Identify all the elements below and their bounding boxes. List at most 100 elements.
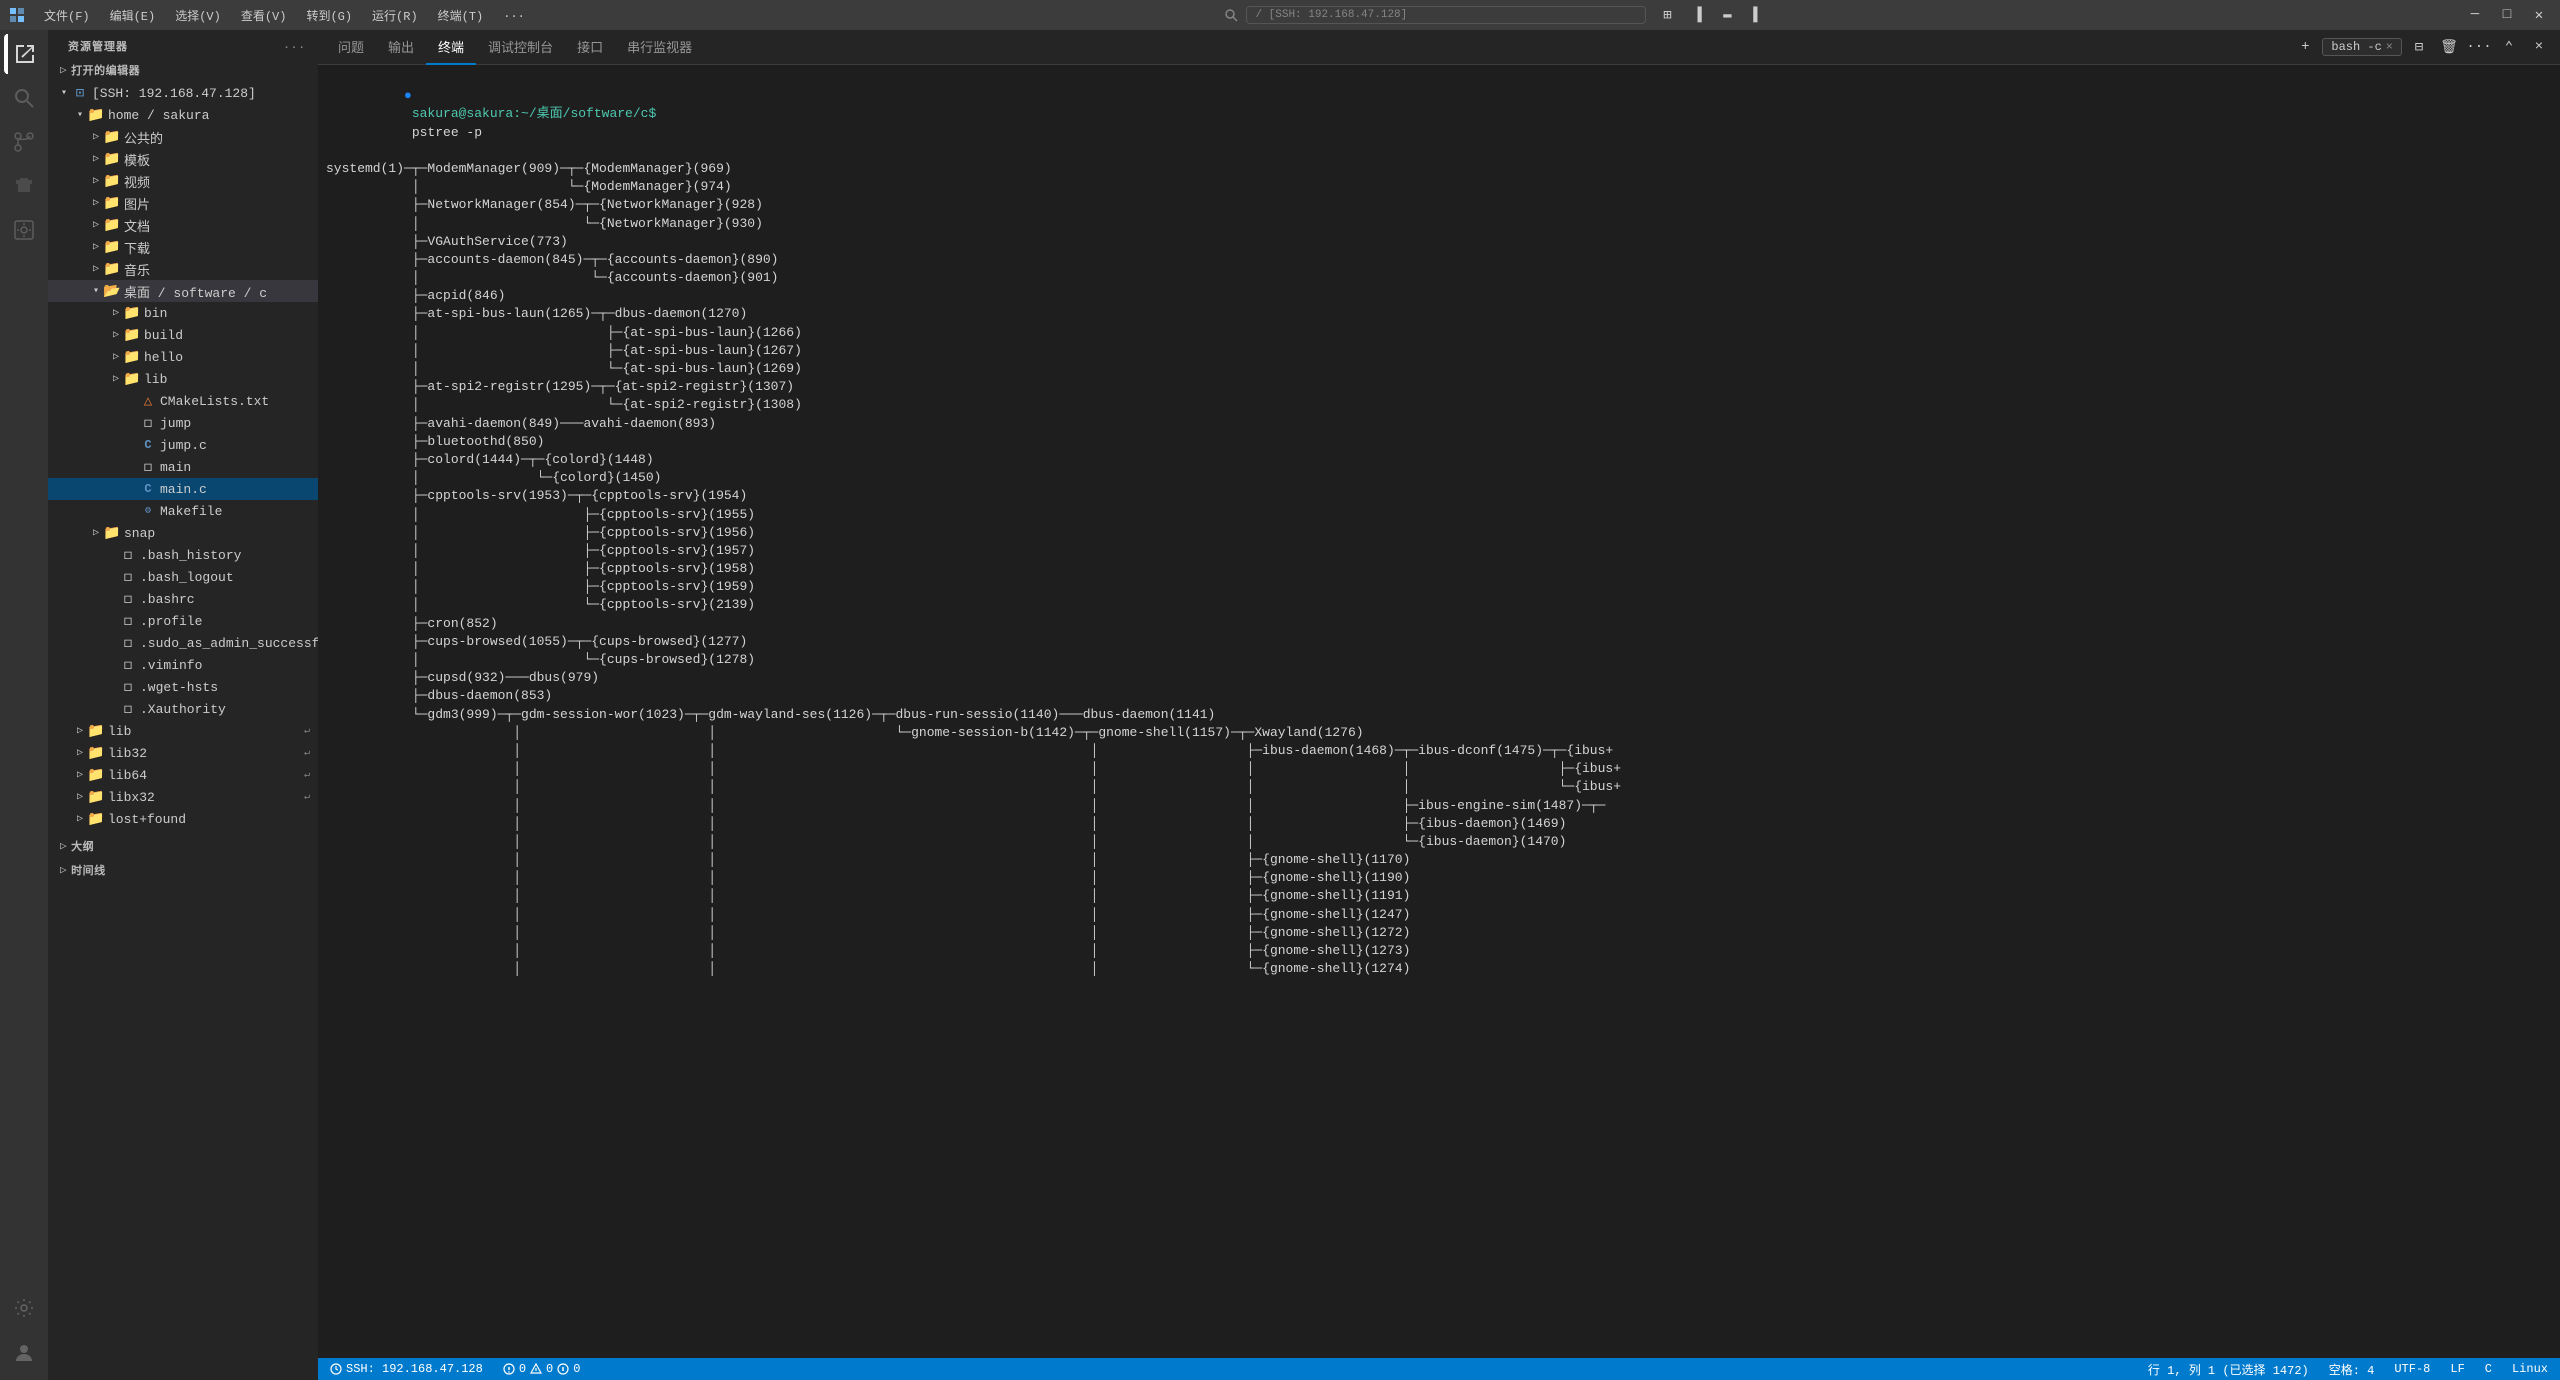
- status-spaces[interactable]: 空格: 4: [2325, 1358, 2379, 1380]
- term-out-44: │ │ │ └─{gnome-shell}(1274): [326, 960, 2552, 978]
- activity-remote[interactable]: [4, 210, 44, 250]
- terminal-close-icon[interactable]: ×: [2386, 40, 2393, 54]
- status-cursor[interactable]: 行 1, 列 1 (已选择 1472): [2144, 1358, 2313, 1380]
- tree-main[interactable]: ▷ ◻ main: [48, 456, 318, 478]
- tree-main-c[interactable]: ▷ C main.c: [48, 478, 318, 500]
- tree-snap[interactable]: ▷ 📁 snap: [48, 522, 318, 544]
- menu-edit[interactable]: 编辑(E): [102, 5, 164, 26]
- activity-user[interactable]: [4, 1332, 44, 1372]
- tree-jump[interactable]: ▷ ◻ jump: [48, 412, 318, 434]
- status-errors[interactable]: 0 0 0: [499, 1358, 585, 1380]
- tree-lost-found[interactable]: ▷ 📁 lost+found: [48, 808, 318, 830]
- term-out-32: │ │ │ ├─ibus-daemon(1468)─┬─ibus-dconf(1…: [326, 742, 2552, 760]
- sidebar-more-icon[interactable]: ...: [283, 40, 306, 52]
- tree-sudo[interactable]: ▷ ◻ .sudo_as_admin_successful: [48, 632, 318, 654]
- menu-more[interactable]: ...: [495, 5, 533, 26]
- panel-tab-output[interactable]: 输出: [376, 30, 426, 65]
- tree-lib-inner[interactable]: ▷ 📁 lib: [48, 368, 318, 390]
- status-cursor-label: 行 1, 列 1 (已选择 1472): [2148, 1361, 2309, 1378]
- tree-profile[interactable]: ▷ ◻ .profile: [48, 610, 318, 632]
- activity-explorer[interactable]: [4, 34, 44, 74]
- menu-select[interactable]: 选择(V): [167, 5, 229, 26]
- status-ssh[interactable]: SSH: 192.168.47.128: [326, 1358, 487, 1380]
- lib64-arrow: ▷: [72, 767, 88, 783]
- status-spaces-label: 空格: 4: [2329, 1361, 2375, 1378]
- menu-terminal[interactable]: 终端(T): [430, 5, 492, 26]
- tree-bash-history[interactable]: ▷ ◻ .bash_history: [48, 544, 318, 566]
- tree-tupian[interactable]: ▷ 📁 图片: [48, 192, 318, 214]
- tree-gonggongde[interactable]: ▷ 📁 公共的: [48, 126, 318, 148]
- lost-found-label: lost+found: [108, 812, 186, 827]
- sidebar-toggle[interactable]: ▐: [1684, 6, 1710, 24]
- menu-view[interactable]: 查看(V): [233, 5, 295, 26]
- activity-search[interactable]: [4, 78, 44, 118]
- activity-settings[interactable]: [4, 1288, 44, 1328]
- status-line-ending[interactable]: LF: [2446, 1358, 2468, 1380]
- panel-tab-ports[interactable]: 接口: [565, 30, 615, 65]
- tree-yinyue[interactable]: ▷ 📁 音乐: [48, 258, 318, 280]
- activity-extensions[interactable]: [4, 166, 44, 206]
- outline-section[interactable]: ▷ 大纲: [48, 834, 318, 858]
- term-out-19: │ ├─{cpptools-srv}(1955): [326, 506, 2552, 524]
- tree-xiazai[interactable]: ▷ 📁 下载: [48, 236, 318, 258]
- menu-file[interactable]: 文件(F): [36, 5, 98, 26]
- tree-build[interactable]: ▷ 📁 build: [48, 324, 318, 346]
- tree-bash-logout[interactable]: ▷ ◻ .bash_logout: [48, 566, 318, 588]
- tree-xauthority[interactable]: ▷ ◻ .Xauthority: [48, 698, 318, 720]
- tree-moban[interactable]: ▷ 📁 模板: [48, 148, 318, 170]
- panel-tab-serial[interactable]: 串行监视器: [615, 30, 704, 65]
- term-out-43: │ │ │ ├─{gnome-shell}(1273): [326, 942, 2552, 960]
- status-os[interactable]: Linux: [2508, 1358, 2552, 1380]
- terminal-tab-bash[interactable]: bash -c ×: [2322, 38, 2402, 56]
- search-bar[interactable]: / [SSH: 192.168.47.128]: [1246, 6, 1646, 24]
- panel-tab-terminal[interactable]: 终端: [426, 30, 476, 65]
- split-terminal-button[interactable]: ⊟: [2406, 38, 2432, 56]
- tree-libx32[interactable]: ▷ 📁 libx32 ↵: [48, 786, 318, 808]
- activity-toggle[interactable]: ▌: [1744, 6, 1770, 24]
- more-terminal-button[interactable]: ···: [2466, 38, 2492, 56]
- menu-run[interactable]: 运行(R): [364, 5, 426, 26]
- tree-lib32[interactable]: ▷ 📁 lib32 ↵: [48, 742, 318, 764]
- wget-icon: ◻: [120, 679, 136, 695]
- tree-jump-c[interactable]: ▷ C jump.c: [48, 434, 318, 456]
- trash-terminal-button[interactable]: 🗑: [2436, 38, 2462, 56]
- close-button[interactable]: ✕: [2526, 6, 2552, 24]
- tree-makefile[interactable]: ▷ ⚙ Makefile: [48, 500, 318, 522]
- ssh-root[interactable]: ▾ ⊡ [SSH: 192.168.47.128]: [48, 82, 318, 104]
- new-terminal-button[interactable]: +: [2292, 38, 2318, 56]
- terminal[interactable]: ● sakura@sakura:~/桌面/software/c$ pstree …: [318, 65, 2560, 1358]
- lib-inner-label: lib: [144, 372, 167, 387]
- shipin-label: 视频: [124, 172, 150, 191]
- timeline-section[interactable]: ▷ 时间线: [48, 858, 318, 882]
- tree-bashrc[interactable]: ▷ ◻ .bashrc: [48, 588, 318, 610]
- close-panel-button[interactable]: ×: [2526, 38, 2552, 56]
- sidebar-content[interactable]: ▷ 打开的编辑器 ▾ ⊡ [SSH: 192.168.47.128] ▾ 📁 h…: [48, 58, 318, 1380]
- gonggongde-arrow: ▷: [88, 129, 104, 145]
- tree-wendang[interactable]: ▷ 📁 文档: [48, 214, 318, 236]
- panel-tab-debug[interactable]: 调试控制台: [476, 30, 565, 65]
- activity-source-control[interactable]: [4, 122, 44, 162]
- restore-button[interactable]: □: [2494, 6, 2520, 24]
- status-language[interactable]: C: [2481, 1358, 2496, 1380]
- maximize-panel-button[interactable]: ⌃: [2496, 38, 2522, 56]
- shipin-arrow: ▷: [88, 173, 104, 189]
- panel-toggle[interactable]: ▬: [1714, 6, 1740, 24]
- tree-lib64[interactable]: ▷ 📁 lib64 ↵: [48, 764, 318, 786]
- tree-wget[interactable]: ▷ ◻ .wget-hsts: [48, 676, 318, 698]
- panel-tab-problems[interactable]: 问题: [326, 30, 376, 65]
- profile-label: .profile: [140, 614, 202, 629]
- main-content: 问题 输出 终端 调试控制台 接口 串行监视器 + bash -c × ⊟ 🗑 …: [318, 30, 2560, 1380]
- tree-shipin[interactable]: ▷ 📁 视频: [48, 170, 318, 192]
- tree-software[interactable]: ▾ 📂 桌面 / software / c: [48, 280, 318, 302]
- open-editors-section[interactable]: ▷ 打开的编辑器: [48, 58, 318, 82]
- tree-cmake[interactable]: ▷ △ CMakeLists.txt: [48, 390, 318, 412]
- tree-hello[interactable]: ▷ 📁 hello: [48, 346, 318, 368]
- minimize-button[interactable]: ─: [2462, 6, 2488, 24]
- tree-bin[interactable]: ▷ 📁 bin: [48, 302, 318, 324]
- tree-lib-root[interactable]: ▷ 📁 lib ↵: [48, 720, 318, 742]
- menu-goto[interactable]: 转到(G): [298, 5, 360, 26]
- layout-icon[interactable]: ⊞: [1654, 6, 1680, 24]
- status-encoding[interactable]: UTF-8: [2390, 1358, 2434, 1380]
- home-sakura-folder[interactable]: ▾ 📁 home / sakura: [48, 104, 318, 126]
- tree-viminfo[interactable]: ▷ ◻ .viminfo: [48, 654, 318, 676]
